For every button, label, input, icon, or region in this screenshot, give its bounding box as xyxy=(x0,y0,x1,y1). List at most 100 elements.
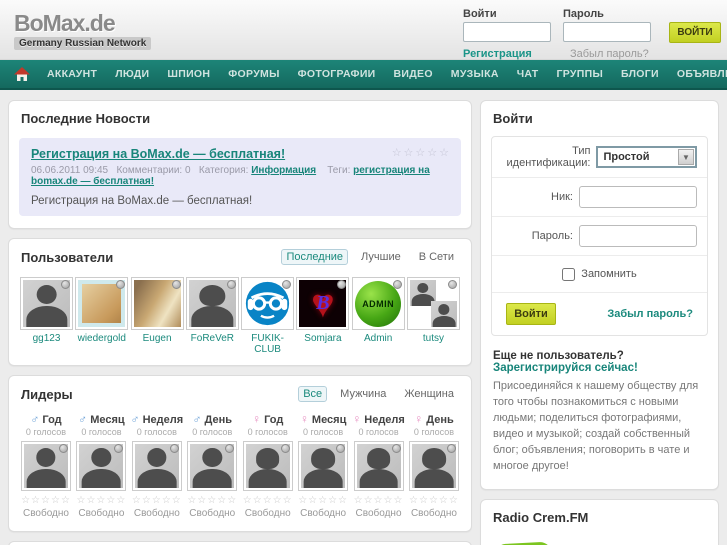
user-name-link[interactable]: Somjara xyxy=(295,333,350,344)
user-avatar[interactable] xyxy=(185,277,239,330)
user-name-link[interactable]: Eugen xyxy=(130,333,185,344)
nav-item-video[interactable]: ВИДЕО xyxy=(385,68,442,80)
leader-status: Свободно xyxy=(23,508,69,519)
leader-rating-stars[interactable]: ☆☆☆☆☆ xyxy=(19,495,73,506)
user-name-link[interactable]: tutsy xyxy=(406,333,461,344)
register-now-link[interactable]: Зарегистрируйся сейчас! xyxy=(493,362,638,374)
nav-item-people[interactable]: ЛЮДИ xyxy=(106,68,158,80)
user-card[interactable]: tutsy xyxy=(406,277,461,355)
sidebar-password-input[interactable] xyxy=(579,225,697,247)
user-card[interactable]: FoReVeR xyxy=(185,277,240,355)
leader-slot[interactable]: ♂ Неделя 0 голосов ☆☆☆☆☆ Свободно xyxy=(130,412,184,519)
leader-avatar[interactable] xyxy=(131,441,182,491)
leader-slot[interactable]: ♀ День 0 голосов ☆☆☆☆☆ Свободно xyxy=(407,412,461,519)
male-gender-icon: ♂ xyxy=(78,412,88,426)
leaders-tab-male[interactable]: Мужчина xyxy=(335,386,391,402)
users-tab-latest[interactable]: Последние xyxy=(281,249,349,265)
user-avatar[interactable] xyxy=(130,277,184,330)
leader-votes: 0 голосов xyxy=(358,427,399,437)
news-item[interactable]: Регистрация на BoMax.de — бесплатная! ☆☆… xyxy=(19,138,461,216)
news-category-link[interactable]: Информация xyxy=(251,165,316,176)
user-card[interactable]: wiedergold xyxy=(74,277,129,355)
users-tab-online[interactable]: В Сети xyxy=(414,249,459,265)
user-name-link[interactable]: wiedergold xyxy=(74,333,129,344)
user-name-link[interactable]: FoReVeR xyxy=(185,333,240,344)
leader-avatar[interactable] xyxy=(353,441,404,491)
nav-item-spy[interactable]: ШПИОН xyxy=(158,68,219,80)
register-link[interactable]: Регистрация xyxy=(463,48,532,60)
header-forgot-password-link[interactable]: Забыл пароль? xyxy=(570,48,649,60)
nav-item-groups[interactable]: ГРУППЫ xyxy=(548,68,613,80)
leader-slot[interactable]: ♀ Неделя 0 голосов ☆☆☆☆☆ Свободно xyxy=(352,412,406,519)
female-gender-icon: ♀ xyxy=(352,412,362,426)
leader-avatar[interactable] xyxy=(76,441,127,491)
header-password-input[interactable] xyxy=(563,22,651,42)
user-avatar[interactable] xyxy=(75,277,129,330)
home-icon[interactable] xyxy=(14,66,30,82)
offline-status-icon xyxy=(169,444,179,453)
nav-item-account[interactable]: АККАУНТ xyxy=(38,68,106,80)
nav-item-ads[interactable]: ОБЪЯВЛЕНИЯ xyxy=(668,68,727,80)
user-name-link[interactable]: Admin xyxy=(351,333,406,344)
login-form: Тип идентификации: Простой ▼ Ник: Пароль… xyxy=(491,136,708,336)
sidebar-password-label: Пароль: xyxy=(531,230,573,242)
leader-avatar[interactable] xyxy=(21,441,71,491)
remember-checkbox[interactable] xyxy=(562,267,576,281)
radio-logo[interactable]: radio crem.fm xyxy=(481,531,718,545)
leader-rating-stars[interactable]: ☆☆☆☆☆ xyxy=(241,495,295,506)
leader-rating-stars[interactable]: ☆☆☆☆☆ xyxy=(74,495,128,506)
leader-rating-stars[interactable]: ☆☆☆☆☆ xyxy=(352,495,406,506)
leader-slot[interactable]: ♂ День 0 голосов ☆☆☆☆☆ Свободно xyxy=(185,412,239,519)
sidebar-forgot-password-link[interactable]: Забыл пароль? xyxy=(607,308,693,320)
nav-item-blogs[interactable]: БЛОГИ xyxy=(612,68,668,80)
leader-slot[interactable]: ♀ Месяц 0 голосов ☆☆☆☆☆ Свободно xyxy=(296,412,350,519)
nav-item-chat[interactable]: ЧАТ xyxy=(508,68,548,80)
leader-avatar[interactable] xyxy=(187,441,238,491)
user-name-link[interactable]: gg123 xyxy=(19,333,74,344)
header-login-button[interactable]: ВОЙТИ xyxy=(669,22,721,43)
user-name-link[interactable]: FUKIK-CLUB xyxy=(240,333,295,355)
nick-input[interactable] xyxy=(579,186,697,208)
leader-avatar[interactable] xyxy=(408,441,459,491)
user-avatar[interactable] xyxy=(20,277,73,330)
news-item-title[interactable]: Регистрация на BoMax.de — бесплатная! xyxy=(31,147,285,161)
offline-status-icon xyxy=(226,280,236,289)
female-gender-icon: ♀ xyxy=(414,412,424,426)
leader-avatar[interactable] xyxy=(242,441,293,491)
news-rating-stars[interactable]: ☆☆☆☆☆ xyxy=(392,146,451,159)
leader-rating-stars[interactable]: ☆☆☆☆☆ xyxy=(407,495,461,506)
leaders-tab-all[interactable]: Все xyxy=(298,386,328,402)
user-avatar[interactable]: ADMIN xyxy=(351,277,405,330)
nav-item-music[interactable]: МУЗЫКА xyxy=(442,68,508,80)
offline-status-icon xyxy=(447,280,457,289)
user-avatar[interactable] xyxy=(241,277,295,330)
leader-rating-stars[interactable]: ☆☆☆☆☆ xyxy=(185,495,239,506)
user-card[interactable]: ♥ B Somjara xyxy=(295,277,350,355)
sidebar-login-button[interactable]: Войти xyxy=(506,303,556,325)
user-avatar[interactable]: ♥ B xyxy=(296,277,350,330)
id-type-select[interactable]: Простой ▼ xyxy=(596,146,697,168)
site-logo[interactable]: BoMax.de Germany Russian Network xyxy=(14,10,152,50)
leader-avatar[interactable] xyxy=(298,441,349,491)
user-avatar[interactable] xyxy=(406,277,460,330)
nav-item-forums[interactable]: ФОРУМЫ xyxy=(219,68,288,80)
leader-rating-stars[interactable]: ☆☆☆☆☆ xyxy=(130,495,184,506)
leader-slot[interactable]: ♂ Год 0 голосов ☆☆☆☆☆ Свободно xyxy=(19,412,73,519)
leaders-tab-female[interactable]: Женщина xyxy=(399,386,459,402)
leaders-panel-title: Лидеры xyxy=(21,386,73,402)
users-tabs: Последние Лучшие В Сети xyxy=(281,249,459,265)
user-card[interactable]: ADMIN Admin xyxy=(351,277,406,355)
header-login-input[interactable] xyxy=(463,22,551,42)
user-card[interactable]: FUKIK-CLUB xyxy=(240,277,295,355)
user-card[interactable]: Eugen xyxy=(130,277,185,355)
leader-status: Свободно xyxy=(189,508,236,519)
leader-slot[interactable]: ♀ Год 0 голосов ☆☆☆☆☆ Свободно xyxy=(241,412,295,519)
offline-status-icon xyxy=(59,444,68,453)
leader-votes: 0 голосов xyxy=(303,427,344,437)
nav-item-photos[interactable]: ФОТОГРАФИИ xyxy=(289,68,385,80)
leader-slot[interactable]: ♂ Месяц 0 голосов ☆☆☆☆☆ Свободно xyxy=(74,412,128,519)
main-nav: АККАУНТ ЛЮДИ ШПИОН ФОРУМЫ ФОТОГРАФИИ ВИД… xyxy=(0,60,727,90)
leader-rating-stars[interactable]: ☆☆☆☆☆ xyxy=(296,495,350,506)
users-tab-best[interactable]: Лучшие xyxy=(356,249,406,265)
user-card[interactable]: gg123 xyxy=(19,277,74,355)
